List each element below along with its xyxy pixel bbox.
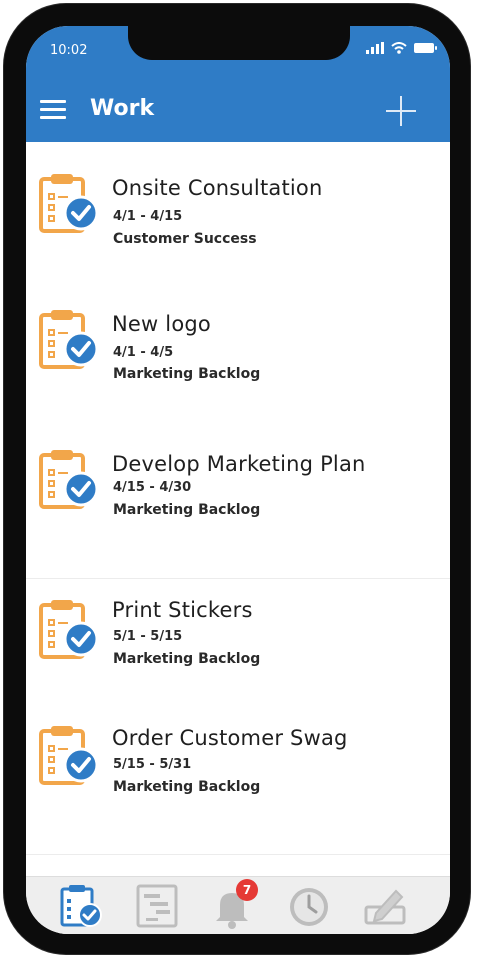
list-item[interactable]: Order Customer Swag 5/15 - 5/31 Marketin… — [26, 724, 450, 854]
add-button[interactable] — [386, 96, 416, 126]
clipboard-check-icon — [39, 600, 99, 659]
menu-button[interactable] — [40, 100, 66, 122]
item-group: Marketing Backlog — [113, 779, 261, 795]
status-time: 10:02 — [50, 43, 88, 58]
device-notch — [128, 26, 350, 60]
item-dates: 4/15 - 4/30 — [113, 480, 192, 495]
clipboard-check-icon — [39, 726, 99, 785]
clock-icon — [290, 888, 328, 926]
tab-edit[interactable] — [362, 883, 414, 929]
item-dates: 4/1 - 4/15 — [113, 209, 183, 224]
tab-time[interactable] — [286, 883, 338, 929]
tab-notifications[interactable]: 7 — [210, 879, 262, 929]
list-item[interactable]: Develop Marketing Plan 4/15 - 4/30 Marke… — [26, 444, 450, 574]
clipboard-check-icon — [39, 174, 99, 233]
list-item[interactable]: New logo 4/1 - 4/5 Marketing Backlog — [26, 304, 450, 434]
divider — [26, 854, 450, 855]
item-group: Marketing Backlog — [113, 366, 261, 382]
page-title: Work — [90, 96, 155, 121]
battery-icon — [414, 43, 437, 53]
tab-gantt[interactable] — [134, 883, 186, 929]
item-title: New logo — [112, 312, 211, 336]
wifi-icon — [391, 42, 407, 54]
divider — [26, 578, 450, 579]
notification-badge: 7 — [236, 879, 258, 901]
edit-icon — [364, 889, 406, 925]
item-group: Marketing Backlog — [113, 502, 261, 518]
clipboard-check-icon — [60, 885, 102, 927]
item-title: Print Stickers — [112, 598, 253, 622]
list-item[interactable]: Onsite Consultation 4/1 - 4/15 Customer … — [26, 168, 450, 298]
item-dates: 4/1 - 4/5 — [113, 345, 174, 360]
work-list: Onsite Consultation 4/1 - 4/15 Customer … — [26, 142, 450, 884]
item-title: Order Customer Swag — [112, 726, 348, 750]
item-title: Develop Marketing Plan — [112, 452, 366, 476]
item-dates: 5/15 - 5/31 — [113, 757, 192, 772]
signal-icon — [366, 42, 384, 54]
app-screen: 10:02 Work Onsite Consultation 4/1 - 4/1… — [26, 26, 450, 934]
item-dates: 5/1 - 5/15 — [113, 629, 183, 644]
tab-work[interactable] — [58, 883, 110, 929]
status-icons — [366, 42, 437, 54]
list-item[interactable]: Print Stickers 5/1 - 5/15 Marketing Back… — [26, 596, 450, 726]
gantt-icon — [136, 884, 178, 928]
clipboard-check-icon — [39, 310, 99, 369]
hamburger-icon — [40, 100, 66, 103]
phone-frame: 10:02 Work Onsite Consultation 4/1 - 4/1… — [4, 4, 470, 954]
bottom-tab-bar: 7 — [26, 876, 450, 934]
clipboard-check-icon — [39, 450, 99, 509]
item-title: Onsite Consultation — [112, 176, 323, 200]
item-group: Marketing Backlog — [113, 651, 261, 667]
item-group: Customer Success — [113, 231, 257, 247]
